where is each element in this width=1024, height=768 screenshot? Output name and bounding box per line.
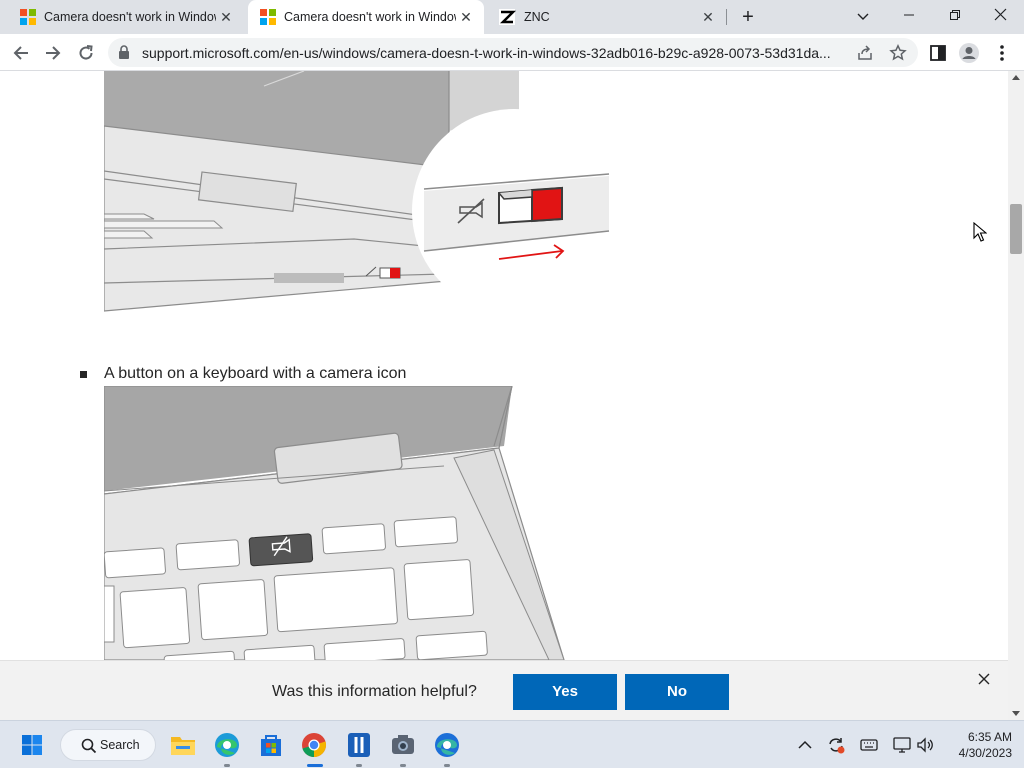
close-icon	[978, 673, 990, 685]
tab-camera-1[interactable]: Camera doesn't work in Windows ✕	[10, 0, 244, 34]
close-window-button[interactable]	[986, 3, 1014, 29]
reload-button[interactable]	[73, 40, 99, 66]
taskbar-search[interactable]: Search	[60, 729, 156, 761]
sync-icon[interactable]	[826, 735, 846, 755]
clock-date: 4/30/2023	[958, 746, 1012, 760]
yes-button[interactable]: Yes	[513, 674, 617, 710]
chrome-active-indicator	[307, 764, 323, 767]
scroll-down-icon[interactable]	[1012, 711, 1020, 716]
system-clock[interactable]: 6:35 AM 4/30/2023	[946, 729, 1012, 761]
chevron-down-icon	[857, 13, 869, 20]
search-icon	[81, 738, 97, 754]
privacy-shutter-switch-illustration	[104, 71, 616, 313]
microsoft-logo-icon	[260, 9, 276, 25]
file-explorer-icon[interactable]	[167, 729, 199, 761]
taskbar-search-label: Search	[100, 738, 140, 752]
tab-close-icon[interactable]: ✕	[218, 9, 234, 25]
mouse-pointer-icon	[973, 222, 987, 242]
screen: Camera doesn't work in Windows ✕ Camera …	[0, 0, 1024, 768]
forward-icon	[46, 46, 61, 60]
new-tab-button[interactable]: +	[737, 6, 759, 28]
camera-running-indicator	[400, 764, 406, 767]
scroll-up-icon[interactable]	[1012, 75, 1020, 80]
menu-icon[interactable]	[991, 42, 1013, 64]
reload-icon	[79, 45, 93, 60]
remote-app-running-indicator	[356, 764, 362, 767]
tab-strip: Camera doesn't work in Windows ✕ Camera …	[0, 0, 1024, 34]
chrome-icon[interactable]	[298, 729, 330, 761]
url-text[interactable]: support.microsoft.com/en-us/windows/came…	[142, 45, 842, 61]
tab-title: Camera doesn't work in Windows	[44, 10, 216, 24]
microsoft-logo-icon	[20, 9, 36, 25]
no-button[interactable]: No	[625, 674, 729, 710]
keyboard-icon[interactable]	[859, 735, 879, 755]
windows-taskbar: Search 6:35 AM 4/30/2023	[0, 720, 1024, 768]
restore-button[interactable]	[941, 3, 969, 29]
tab-znc[interactable]: ZNC ✕	[488, 0, 726, 34]
edge-dev-icon[interactable]	[431, 729, 463, 761]
scrollbar-thumb[interactable]	[1010, 204, 1022, 254]
lock-icon[interactable]	[118, 45, 130, 59]
volume-icon[interactable]	[915, 735, 935, 755]
page-scrollbar[interactable]	[1008, 71, 1024, 720]
address-bar[interactable]: support.microsoft.com/en-us/windows/came…	[108, 38, 918, 67]
edge-running-indicator	[224, 764, 230, 767]
feedback-question: Was this information helpful?	[272, 683, 477, 700]
znc-icon	[499, 9, 516, 25]
share-icon[interactable]	[856, 44, 874, 62]
list-bullet	[80, 371, 87, 378]
side-panel-icon[interactable]	[927, 42, 949, 64]
edge-icon[interactable]	[211, 729, 243, 761]
tab-close-icon[interactable]: ✕	[700, 9, 716, 25]
tab-separator	[726, 9, 727, 25]
clock-time: 6:35 AM	[967, 730, 1012, 744]
close-icon	[994, 8, 1006, 21]
feedback-bar: Was this information helpful? Yes No	[0, 660, 1008, 720]
minimize-icon	[904, 14, 914, 16]
remote-app-icon[interactable]	[343, 729, 375, 761]
tab-title: ZNC	[524, 10, 550, 24]
edge-dev-running-indicator	[444, 764, 450, 767]
list-item-text: A button on a keyboard with a camera ico…	[104, 365, 407, 382]
back-icon	[13, 46, 28, 60]
microsoft-store-icon[interactable]	[255, 729, 287, 761]
star-icon[interactable]	[889, 44, 907, 62]
start-icon[interactable]	[16, 729, 48, 761]
browser-toolbar: support.microsoft.com/en-us/windows/came…	[0, 34, 1024, 71]
camera-app-icon[interactable]	[387, 729, 419, 761]
feedback-close-button[interactable]	[976, 673, 992, 689]
minimize-button[interactable]	[895, 3, 923, 29]
tab-camera-2-active[interactable]: Camera doesn't work in Windows ✕	[248, 0, 484, 34]
page-content: A button on a keyboard with a camera ico…	[0, 71, 1008, 660]
tab-search-button[interactable]	[849, 3, 877, 29]
tab-close-icon[interactable]: ✕	[458, 9, 474, 25]
profile-icon[interactable]	[958, 42, 980, 64]
restore-icon	[950, 10, 960, 20]
tab-title: Camera doesn't work in Windows	[284, 10, 456, 24]
network-icon[interactable]	[892, 735, 912, 755]
keyboard-camera-key-illustration	[104, 386, 565, 660]
forward-button[interactable]	[40, 40, 66, 66]
back-button[interactable]	[8, 40, 34, 66]
chevron-up-icon[interactable]	[795, 735, 815, 755]
